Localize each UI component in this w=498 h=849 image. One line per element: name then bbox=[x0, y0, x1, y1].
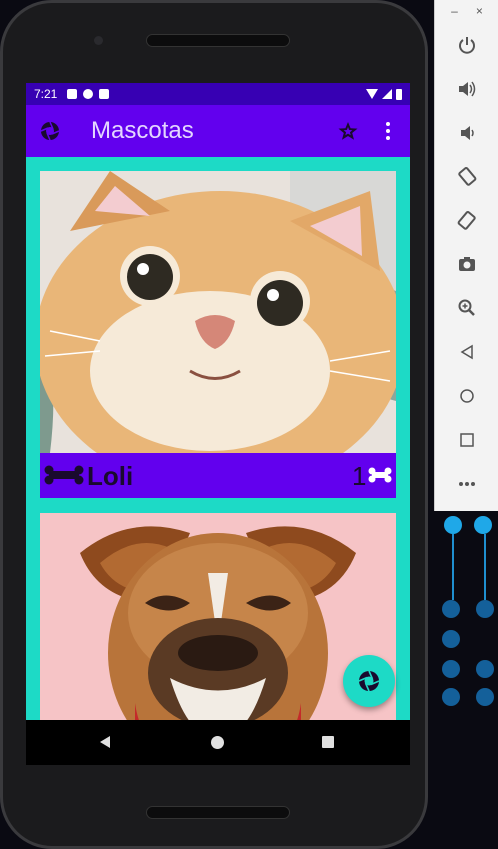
volume-down-icon[interactable] bbox=[454, 120, 480, 146]
close-button[interactable]: × bbox=[476, 4, 483, 18]
rotate-right-icon[interactable] bbox=[454, 207, 480, 233]
power-icon[interactable] bbox=[454, 32, 480, 58]
volume-up-icon[interactable] bbox=[454, 76, 480, 102]
status-bar: 7:21 bbox=[26, 83, 410, 105]
app-bar: Mascotas bbox=[26, 105, 410, 157]
dog-photo bbox=[40, 513, 396, 720]
nav-back-icon[interactable] bbox=[98, 735, 112, 749]
add-photo-fab[interactable] bbox=[343, 655, 395, 707]
app-title: Mascotas bbox=[91, 117, 194, 144]
pet-card[interactable]: Loli 1 bbox=[40, 171, 396, 498]
camera-shutter-icon bbox=[358, 670, 380, 692]
signal-icon bbox=[382, 89, 392, 99]
phone-screen: 7:21 Mascotas Loli 1 bbox=[26, 83, 410, 765]
more-options-icon[interactable] bbox=[382, 121, 394, 141]
battery-icon bbox=[396, 88, 402, 100]
notification-icon bbox=[83, 89, 94, 99]
pet-rating: 1 bbox=[352, 461, 367, 491]
camera-icon[interactable] bbox=[454, 251, 480, 277]
rating-bone-icon bbox=[368, 467, 392, 483]
overview-icon[interactable] bbox=[454, 427, 480, 453]
pet-card[interactable] bbox=[40, 513, 396, 720]
emulator-toolbar: – × bbox=[434, 0, 498, 511]
front-camera bbox=[94, 36, 103, 45]
bone-icon[interactable] bbox=[44, 465, 84, 485]
pet-name: Loli bbox=[87, 461, 134, 491]
camera-shutter-icon[interactable] bbox=[40, 121, 60, 141]
earpiece-speaker bbox=[146, 34, 290, 47]
nav-home-icon[interactable] bbox=[211, 736, 224, 749]
pet-list[interactable]: Loli 1 bbox=[26, 157, 410, 720]
notification-icon bbox=[67, 89, 78, 99]
home-icon[interactable] bbox=[454, 383, 480, 409]
sd-card-icon bbox=[99, 89, 110, 99]
minimize-button[interactable]: – bbox=[451, 4, 458, 18]
more-icon[interactable] bbox=[454, 471, 480, 497]
pet-card-footer: Loli 1 bbox=[40, 453, 396, 498]
bottom-speaker bbox=[146, 806, 290, 819]
zoom-icon[interactable] bbox=[454, 295, 480, 321]
rotate-left-icon[interactable] bbox=[454, 163, 480, 189]
back-icon[interactable] bbox=[454, 339, 480, 365]
status-time: 7:21 bbox=[34, 87, 58, 101]
nav-recents-icon[interactable] bbox=[322, 736, 334, 748]
favorites-star-icon[interactable] bbox=[338, 121, 358, 141]
cat-photo bbox=[40, 171, 396, 453]
navigation-bar bbox=[26, 720, 410, 765]
wifi-icon bbox=[366, 89, 378, 99]
